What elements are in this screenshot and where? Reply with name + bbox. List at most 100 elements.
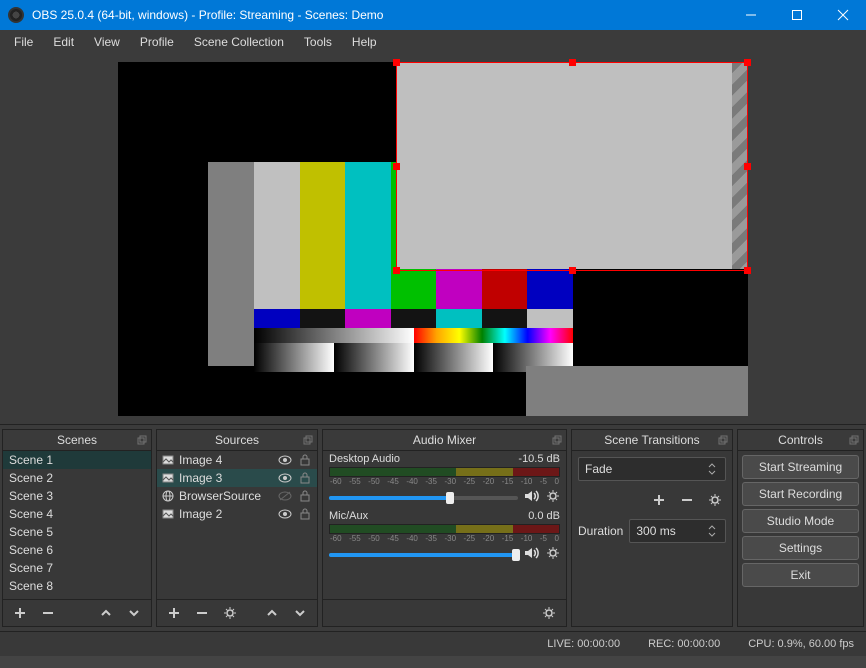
menu-tools[interactable]: Tools [294,32,342,52]
source-name: BrowserSource [179,489,273,503]
scenes-list[interactable]: Scene 1Scene 2Scene 3Scene 4Scene 5Scene… [3,451,151,599]
source-up-button[interactable] [261,602,283,624]
lock-toggle[interactable] [297,490,313,502]
source-row[interactable]: BrowserSource [157,487,317,505]
start-recording-button[interactable]: Start Recording [742,482,859,506]
source-row[interactable]: Image 2 [157,505,317,523]
mixer-title: Audio Mixer [413,433,476,447]
scene-item[interactable]: Scene 8 [3,577,151,595]
audio-mixer-panel: Audio Mixer Desktop Audio -10.5 dB -60-55… [322,429,567,627]
source-down-button[interactable] [289,602,311,624]
duration-input[interactable]: 300 ms [629,519,726,543]
channel-settings-button[interactable] [546,546,560,563]
lock-toggle[interactable] [297,454,313,466]
transitions-panel: Scene Transitions Fade Duration 300 ms [571,429,733,627]
transition-select[interactable]: Fade [578,457,726,481]
menu-file[interactable]: File [4,32,43,52]
source-properties-button[interactable] [219,602,241,624]
undock-icon[interactable] [303,434,313,444]
lock-toggle[interactable] [297,508,313,520]
studio-mode-button[interactable]: Studio Mode [742,509,859,533]
controls-panel: Controls Start Streaming Start Recording S… [737,429,864,627]
volume-slider[interactable] [329,496,518,500]
mixer-list: Desktop Audio -10.5 dB -60-55-50-45-40-35… [323,451,566,599]
scene-item[interactable]: Scene 2 [3,469,151,487]
resize-handle-n[interactable] [569,59,576,66]
scene-item[interactable]: Scene 4 [3,505,151,523]
resize-handle-nw[interactable] [393,59,400,66]
vu-meter: -60-55-50-45-40-35-30-25-20-15-10-50 [329,467,560,477]
channel-name: Desktop Audio [329,453,400,465]
menu-scene-collection[interactable]: Scene Collection [184,32,294,52]
resize-handle-se[interactable] [744,267,751,274]
source-row[interactable]: Image 3 [157,469,317,487]
resize-handle-w[interactable] [393,163,400,170]
duration-label: Duration [578,524,623,538]
duration-value: 300 ms [636,524,675,538]
menu-help[interactable]: Help [342,32,387,52]
status-cpu: CPU: 0.9%, 60.00 fps [748,638,854,650]
visibility-toggle[interactable] [277,491,293,501]
channel-settings-button[interactable] [546,489,560,506]
add-source-button[interactable] [163,602,185,624]
scene-down-button[interactable] [123,602,145,624]
undock-icon[interactable] [137,434,147,444]
add-transition-button[interactable] [648,489,670,511]
scenes-panel: Scenes Scene 1Scene 2Scene 3Scene 4Scene… [2,429,152,627]
menu-view[interactable]: View [84,32,130,52]
vu-meter: -60-55-50-45-40-35-30-25-20-15-10-50 [329,524,560,534]
spinner-icon[interactable] [705,525,719,537]
visibility-toggle[interactable] [277,455,293,465]
minimize-button[interactable] [728,0,774,30]
menubar: File Edit View Profile Scene Collection … [0,30,866,54]
status-bar: LIVE: 00:00:00 REC: 00:00:00 CPU: 0.9%, … [0,631,866,656]
speaker-icon[interactable] [524,489,540,506]
undock-icon[interactable] [718,434,728,444]
menu-profile[interactable]: Profile [130,32,184,52]
transition-properties-button[interactable] [704,489,726,511]
visibility-toggle[interactable] [277,473,293,483]
remove-transition-button[interactable] [676,489,698,511]
source-row[interactable]: Image 4 [157,451,317,469]
controls-title: Controls [778,433,823,447]
start-streaming-button[interactable]: Start Streaming [742,455,859,479]
scene-item[interactable]: Scene 6 [3,541,151,559]
sources-panel: Sources Image 4 Image 3 BrowserSource Im… [156,429,318,627]
select-spinner-icon [705,463,719,475]
mixer-channel: Desktop Audio -10.5 dB -60-55-50-45-40-35… [323,451,566,508]
add-scene-button[interactable] [9,602,31,624]
menu-edit[interactable]: Edit [43,32,84,52]
scene-item[interactable]: Scene 5 [3,523,151,541]
mixer-settings-button[interactable] [538,602,560,624]
resize-handle-ne[interactable] [744,59,751,66]
scene-up-button[interactable] [95,602,117,624]
remove-scene-button[interactable] [37,602,59,624]
settings-button[interactable]: Settings [742,536,859,560]
speaker-icon[interactable] [524,546,540,563]
scene-item[interactable]: Scene 3 [3,487,151,505]
lock-toggle[interactable] [297,472,313,484]
undock-icon[interactable] [552,434,562,444]
resize-handle-sw[interactable] [393,267,400,274]
maximize-button[interactable] [774,0,820,30]
source-name: Image 3 [179,471,273,485]
selection-outline[interactable] [396,62,748,271]
sources-title: Sources [215,433,259,447]
sources-list[interactable]: Image 4 Image 3 BrowserSource Image 2 [157,451,317,599]
preview-canvas[interactable] [118,62,748,416]
scene-item[interactable]: Scene 7 [3,559,151,577]
visibility-toggle[interactable] [277,509,293,519]
window-title: OBS 25.0.4 (64-bit, windows) - Profile: … [32,8,728,22]
preview-source-gray2 [526,366,748,416]
close-button[interactable] [820,0,866,30]
image-icon [161,507,175,521]
globe-icon [161,489,175,503]
volume-slider[interactable] [329,553,518,557]
remove-source-button[interactable] [191,602,213,624]
scene-item[interactable]: Scene 1 [3,451,151,469]
resize-handle-e[interactable] [744,163,751,170]
undock-icon[interactable] [849,434,859,444]
resize-handle-s[interactable] [569,267,576,274]
channel-db: -10.5 dB [518,453,560,465]
exit-button[interactable]: Exit [742,563,859,587]
